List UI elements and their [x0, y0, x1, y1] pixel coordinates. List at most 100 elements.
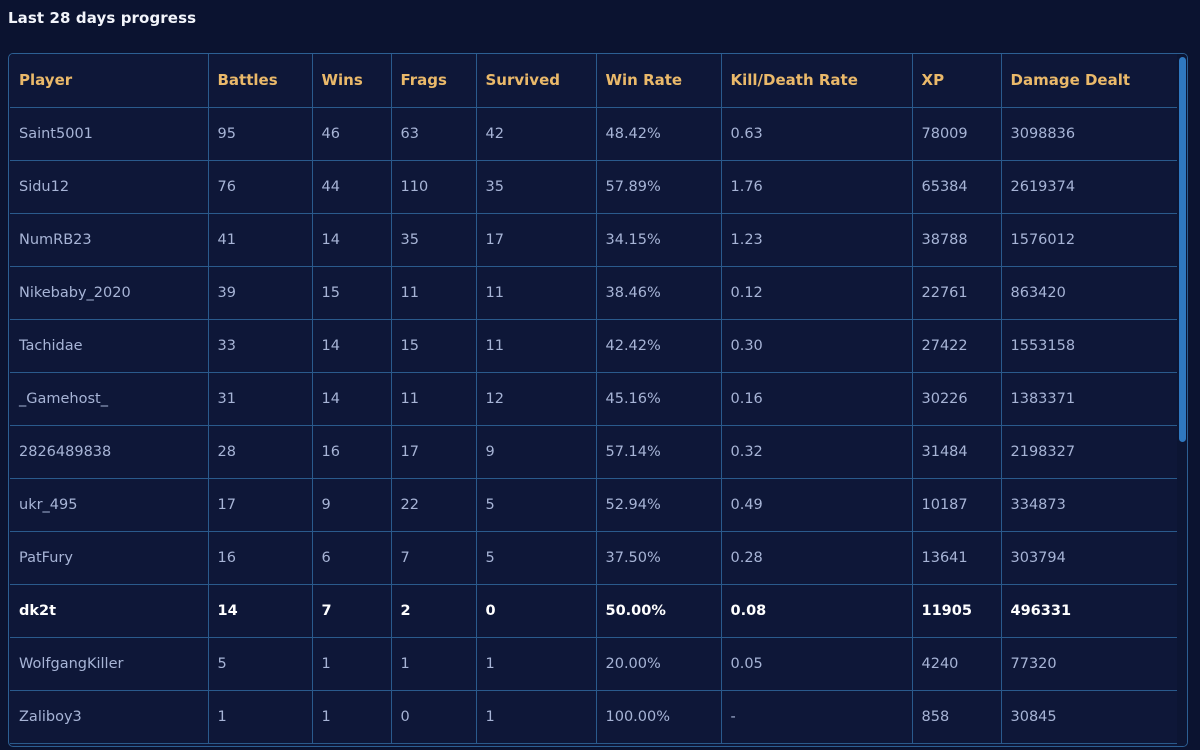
- xp-cell: 78009: [911, 106, 1002, 161]
- player-name-cell: Saint5001: [10, 106, 209, 161]
- table-row: _Gamehost_ 31 14 11 12 45.16% 0.16 30226 1383371: [10, 371, 1180, 426]
- frags-cell: 63: [390, 106, 477, 161]
- xp-cell: 38788: [911, 212, 1002, 267]
- wins-cell: 15: [311, 265, 392, 320]
- column-header-player[interactable]: Player: [10, 54, 209, 108]
- kill-death-rate-cell: 0.63: [720, 106, 913, 161]
- damage-dealt-cell: 3098836: [1000, 106, 1180, 161]
- stats-table: Player Battles Wins Frags Survived Win R…: [10, 54, 1180, 744]
- player-name-cell: NumRB23: [10, 212, 209, 267]
- battles-cell: 39: [207, 265, 313, 320]
- damage-dealt-cell: 2198327: [1000, 424, 1180, 479]
- survived-cell: 17: [475, 212, 597, 267]
- battles-cell: 1: [207, 689, 313, 744]
- xp-cell: 27422: [911, 318, 1002, 373]
- table-row: Sidu12 76 44 110 35 57.89% 1.76 65384 2619374: [10, 159, 1180, 214]
- survived-cell: 12: [475, 371, 597, 426]
- win-rate-cell: 42.42%: [595, 318, 722, 373]
- player-name-cell: WolfgangKiller: [10, 636, 209, 691]
- frags-cell: 7: [390, 530, 477, 585]
- table-row: Zaliboy3 1 1 0 1 100.00% -858 30845: [10, 689, 1180, 744]
- frags-cell: 0: [390, 689, 477, 744]
- survived-cell: 35: [475, 159, 597, 214]
- battles-cell: 16: [207, 530, 313, 585]
- win-rate-cell: 37.50%: [595, 530, 722, 585]
- wins-cell: 16: [311, 424, 392, 479]
- wins-cell: 7: [311, 583, 392, 638]
- table-row: ukr_495 17 9 22 5 52.94% 0.49 10187 334873: [10, 477, 1180, 532]
- frags-cell: 15: [390, 318, 477, 373]
- wins-cell: 1: [311, 636, 392, 691]
- xp-cell: 4240: [911, 636, 1002, 691]
- battles-cell: 76: [207, 159, 313, 214]
- player-name-cell: PatFury: [10, 530, 209, 585]
- damage-dealt-cell: 30845: [1000, 689, 1180, 744]
- player-name-cell: Tachidae: [10, 318, 209, 373]
- vertical-scrollbar[interactable]: [1177, 54, 1187, 746]
- frags-cell: 17: [390, 424, 477, 479]
- xp-cell: 13641: [911, 530, 1002, 585]
- win-rate-cell: 50.00%: [595, 583, 722, 638]
- win-rate-cell: 100.00%: [595, 689, 722, 744]
- xp-cell: 10187: [911, 477, 1002, 532]
- player-name-cell: Sidu12: [10, 159, 209, 214]
- table-row: Saint5001 95 46 63 42 48.42% 0.63 78009 3098836: [10, 106, 1180, 161]
- kill-death-rate-cell: -: [720, 689, 913, 744]
- column-header-win-rate[interactable]: Win Rate: [595, 54, 722, 108]
- xp-cell: 65384: [911, 159, 1002, 214]
- xp-cell: 31484: [911, 424, 1002, 479]
- kill-death-rate-cell: 1.76: [720, 159, 913, 214]
- win-rate-cell: 57.14%: [595, 424, 722, 479]
- survived-cell: 11: [475, 318, 597, 373]
- frags-cell: 11: [390, 371, 477, 426]
- column-header-wins[interactable]: Wins: [311, 54, 392, 108]
- xp-cell: 11905: [911, 583, 1002, 638]
- win-rate-cell: 48.42%: [595, 106, 722, 161]
- win-rate-cell: 20.00%: [595, 636, 722, 691]
- damage-dealt-cell: 1576012: [1000, 212, 1180, 267]
- page: Last 28 days progress Player Battles Win…: [0, 0, 1200, 750]
- kill-death-rate-cell: 0.05: [720, 636, 913, 691]
- column-header-kill-death-rate[interactable]: Kill/Death Rate: [720, 54, 913, 108]
- player-name-cell: _Gamehost_: [10, 371, 209, 426]
- stats-table-container[interactable]: Player Battles Wins Frags Survived Win R…: [8, 53, 1188, 747]
- frags-cell: 110: [390, 159, 477, 214]
- frags-cell: 35: [390, 212, 477, 267]
- xp-cell: 30226: [911, 371, 1002, 426]
- table-row: WolfgangKiller 5 1 1 1 20.00% 0.05 4240 77320: [10, 636, 1180, 691]
- battles-cell: 31: [207, 371, 313, 426]
- column-header-xp[interactable]: XP: [911, 54, 1002, 108]
- column-header-frags[interactable]: Frags: [390, 54, 477, 108]
- survived-cell: 5: [475, 477, 597, 532]
- kill-death-rate-cell: 0.12: [720, 265, 913, 320]
- table-row: NumRB23 41 14 35 17 34.15% 1.23 38788 1576012: [10, 212, 1180, 267]
- xp-cell: 858: [911, 689, 1002, 744]
- column-header-damage-dealt[interactable]: Damage Dealt: [1000, 54, 1180, 108]
- battles-cell: 17: [207, 477, 313, 532]
- table-header-row: Player Battles Wins Frags Survived Win R…: [10, 54, 1180, 108]
- page-title: Last 28 days progress: [8, 9, 197, 27]
- wins-cell: 44: [311, 159, 392, 214]
- survived-cell: 0: [475, 583, 597, 638]
- frags-cell: 1: [390, 636, 477, 691]
- kill-death-rate-cell: 0.30: [720, 318, 913, 373]
- frags-cell: 11: [390, 265, 477, 320]
- player-name-cell: ukr_495: [10, 477, 209, 532]
- scrollbar-thumb[interactable]: [1179, 57, 1186, 442]
- kill-death-rate-cell: 0.32: [720, 424, 913, 479]
- survived-cell: 1: [475, 636, 597, 691]
- damage-dealt-cell: 303794: [1000, 530, 1180, 585]
- column-header-battles[interactable]: Battles: [207, 54, 313, 108]
- frags-cell: 2: [390, 583, 477, 638]
- wins-cell: 14: [311, 318, 392, 373]
- column-header-survived[interactable]: Survived: [475, 54, 597, 108]
- kill-death-rate-cell: 0.08: [720, 583, 913, 638]
- table-row: PatFury 16 6 7 5 37.50% 0.28 13641 303794: [10, 530, 1180, 585]
- damage-dealt-cell: 77320: [1000, 636, 1180, 691]
- player-name-cell: Nikebaby_2020: [10, 265, 209, 320]
- player-name-cell: 2826489838: [10, 424, 209, 479]
- damage-dealt-cell: 863420: [1000, 265, 1180, 320]
- player-name-cell: Zaliboy3: [10, 689, 209, 744]
- battles-cell: 95: [207, 106, 313, 161]
- survived-cell: 5: [475, 530, 597, 585]
